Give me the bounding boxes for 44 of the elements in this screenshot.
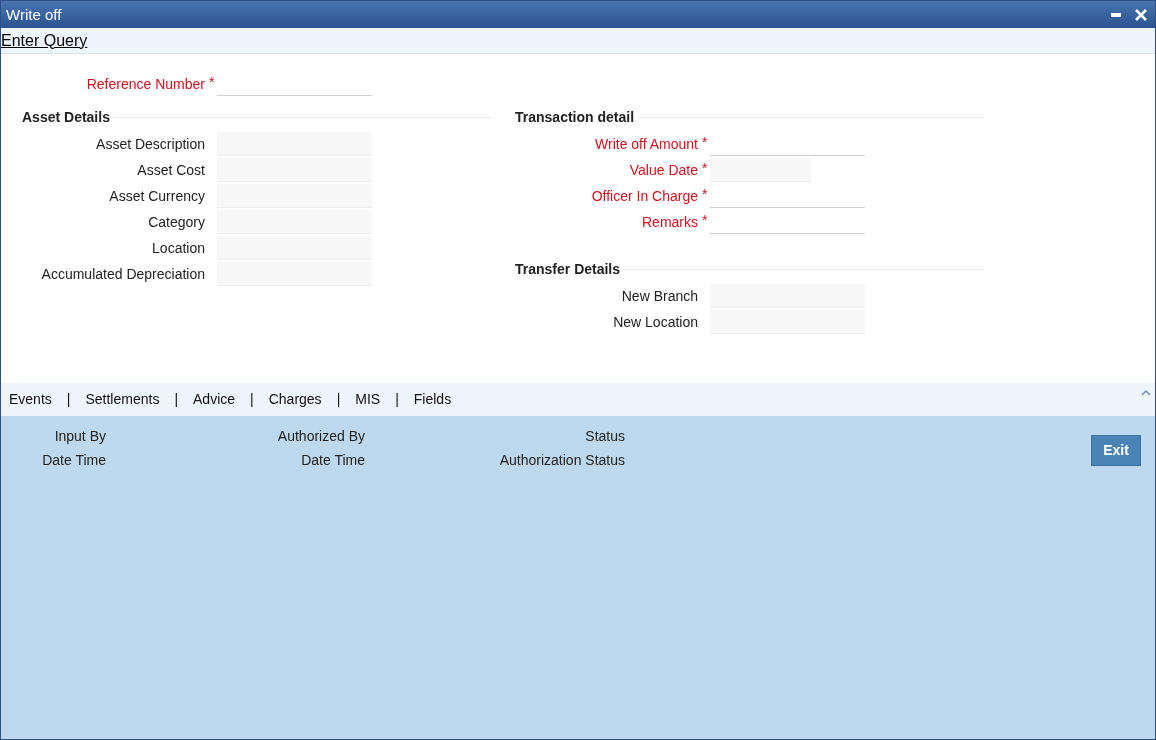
field-label: Asset Currency bbox=[108, 188, 205, 204]
section-heading: Transfer Details bbox=[515, 261, 621, 277]
tab-link[interactable]: Fields bbox=[413, 391, 452, 407]
tab-link[interactable]: Advice bbox=[193, 391, 236, 407]
field-label: Accumulated Depreciation bbox=[40, 266, 205, 282]
field-label: Location bbox=[151, 240, 205, 256]
tab-separator: | bbox=[66, 391, 71, 407]
tab-link[interactable]: Settlements bbox=[85, 391, 160, 407]
field-label: New Branch bbox=[620, 288, 698, 304]
section-heading: Transaction detail bbox=[515, 109, 635, 125]
audit-label: Date Time bbox=[300, 451, 365, 468]
required-marker: * bbox=[701, 160, 709, 176]
field-label: Asset Cost bbox=[136, 162, 205, 178]
tab-link[interactable]: MIS bbox=[355, 391, 381, 407]
field-label: Reference Number bbox=[85, 76, 205, 92]
field-label: Remarks bbox=[641, 214, 698, 230]
required-marker: * bbox=[208, 74, 216, 90]
audit-label: Status bbox=[584, 427, 625, 444]
audit-label: Authorized By bbox=[276, 427, 365, 444]
field-label: Officer In Charge bbox=[590, 188, 698, 204]
close-icon[interactable] bbox=[1135, 8, 1147, 21]
collapse-icon[interactable] bbox=[1141, 388, 1151, 396]
required-marker: * bbox=[701, 134, 709, 150]
tab-separator: | bbox=[250, 391, 254, 407]
audit-label: Date Time bbox=[41, 451, 106, 468]
tab-separator: | bbox=[336, 391, 341, 407]
audit-label: Input By bbox=[53, 427, 106, 444]
minimize-icon[interactable] bbox=[1111, 12, 1121, 17]
tab-link[interactable]: Events bbox=[9, 391, 52, 407]
field-label: New Location bbox=[612, 314, 698, 330]
exit-button[interactable]: Exit bbox=[1091, 434, 1141, 466]
enter-query-link[interactable]: Enter Query bbox=[1, 31, 88, 50]
section-heading: Asset Details bbox=[22, 109, 110, 125]
required-marker: * bbox=[701, 212, 709, 228]
field-label: Category bbox=[147, 214, 205, 230]
tab-separator: | bbox=[174, 391, 179, 407]
tab-link[interactable]: Charges bbox=[268, 391, 322, 407]
tab-separator: | bbox=[395, 391, 399, 407]
field-label: Asset Description bbox=[95, 136, 205, 152]
window-title: Write off bbox=[6, 6, 62, 23]
required-marker: * bbox=[701, 186, 709, 202]
audit-label: Authorization Status bbox=[498, 451, 625, 468]
field-label: Value Date bbox=[628, 162, 698, 178]
field-label: Write off Amount bbox=[594, 136, 698, 152]
